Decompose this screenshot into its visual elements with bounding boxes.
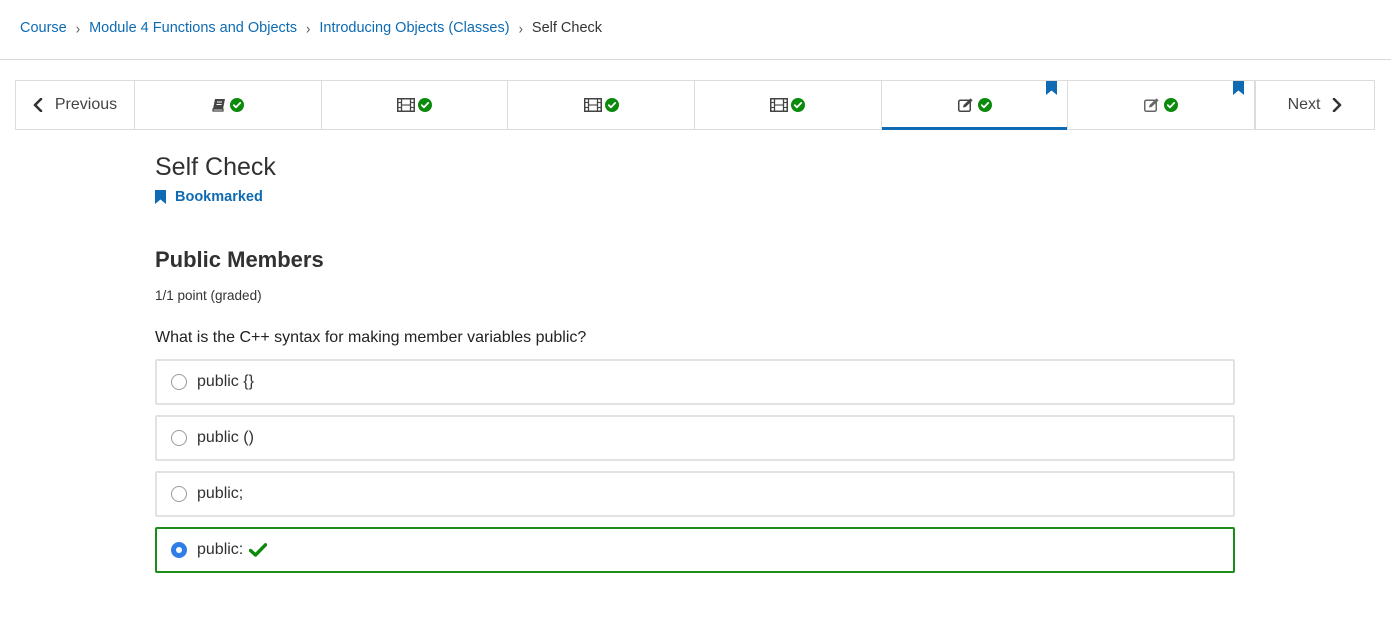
- sequence-tab-2[interactable]: [322, 81, 509, 129]
- book-icon: [212, 99, 226, 112]
- next-button[interactable]: Next: [1255, 81, 1374, 129]
- answer-choice[interactable]: public;: [155, 471, 1235, 517]
- bookmark-icon: [1233, 81, 1245, 95]
- check-circle-icon: [791, 98, 806, 112]
- bookmark-label: Bookmarked: [175, 189, 263, 205]
- radio-button[interactable]: [171, 374, 187, 390]
- check-circle-icon: [418, 98, 432, 112]
- choice-label: public {}: [197, 373, 254, 390]
- bookmark-icon: [155, 190, 166, 204]
- breadcrumb-separator: ›: [518, 19, 523, 37]
- breadcrumb-separator: ›: [306, 19, 311, 37]
- breadcrumb-separator: ›: [75, 19, 81, 37]
- choice-label: public (): [197, 429, 254, 446]
- check-circle-icon: [1164, 98, 1179, 112]
- sequence-tab-4[interactable]: [695, 81, 882, 129]
- bookmark-toggle[interactable]: Bookmarked: [155, 187, 1235, 207]
- choice-label: public;: [197, 485, 244, 502]
- film-icon: [583, 98, 602, 112]
- breadcrumb: Course › Module 4 Functions and Objects …: [20, 18, 602, 38]
- sequence-nav: Previous Next: [15, 80, 1375, 130]
- breadcrumb-link-module[interactable]: Module 4 Functions and Objects: [89, 20, 297, 36]
- breadcrumb-link-section[interactable]: Introducing Objects (Classes): [319, 20, 509, 36]
- problem-question: What is the C++ syntax for making member…: [155, 329, 587, 346]
- film-icon: [397, 98, 415, 112]
- next-label: Next: [1287, 96, 1321, 113]
- answer-choice-correct[interactable]: public:: [155, 527, 1235, 573]
- check-circle-icon: [977, 98, 992, 112]
- sequence-tab-5[interactable]: [881, 81, 1069, 130]
- edit-icon: [957, 98, 973, 112]
- breadcrumb-link-course[interactable]: Course: [20, 20, 67, 36]
- check-circle-icon: [604, 98, 619, 112]
- header-divider: [0, 59, 1391, 60]
- radio-button[interactable]: [171, 430, 187, 446]
- sequence-tab-6[interactable]: [1068, 81, 1256, 129]
- edit-icon: [1144, 98, 1159, 112]
- radio-button-selected[interactable]: [171, 542, 187, 558]
- radio-button[interactable]: [171, 486, 187, 502]
- sequence-tab-3[interactable]: [508, 81, 696, 129]
- correct-check-icon: [249, 543, 268, 557]
- answer-choice[interactable]: public {}: [155, 359, 1235, 405]
- previous-label: Previous: [54, 96, 118, 113]
- film-icon: [770, 98, 789, 112]
- unit-title: Self Check: [155, 153, 276, 181]
- problem-title: Public Members: [155, 247, 324, 272]
- chevron-right-icon: [1333, 98, 1342, 112]
- chevron-left-icon: [33, 98, 43, 112]
- previous-button[interactable]: Previous: [16, 81, 135, 129]
- sequence-tab-1[interactable]: [135, 81, 322, 129]
- choice-label: public:: [197, 541, 244, 558]
- unit-content: Self Check Bookmarked Public Members 1/1…: [155, 150, 1235, 583]
- answer-choices: public {} public () public; public:: [155, 359, 1235, 573]
- problem-points: 1/1 point (graded): [155, 288, 262, 303]
- bookmark-icon: [1046, 81, 1058, 95]
- breadcrumb-current: Self Check: [531, 20, 603, 36]
- check-circle-icon: [230, 98, 245, 112]
- answer-choice[interactable]: public (): [155, 415, 1235, 461]
